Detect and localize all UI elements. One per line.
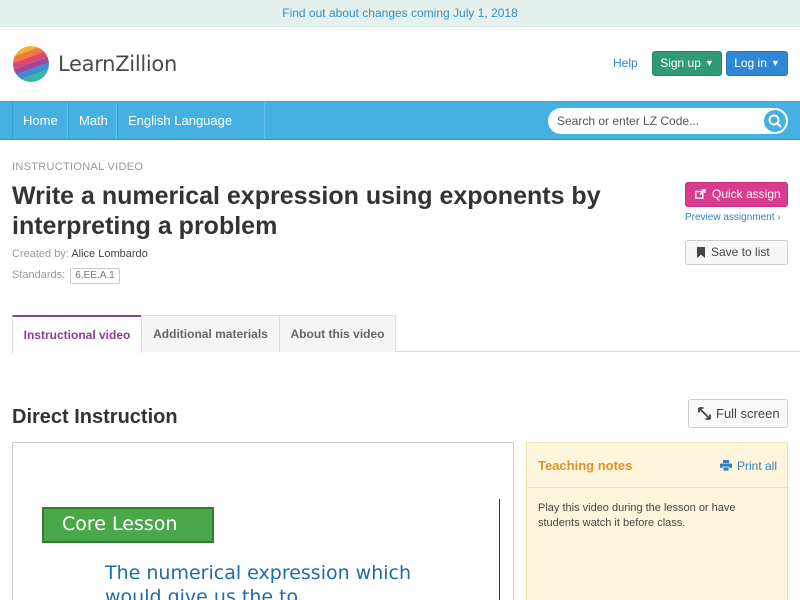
share-icon (695, 189, 706, 199)
expand-icon (698, 407, 711, 420)
tab-label: Additional materials (153, 327, 268, 341)
preview-assignment-link[interactable]: Preview assignment › (685, 212, 781, 223)
search-button[interactable] (764, 110, 786, 132)
sign-up-label: Sign up (660, 56, 701, 70)
quick-assign-button[interactable]: Quick assign (685, 182, 788, 207)
teaching-notes-title: Teaching notes (538, 458, 633, 473)
section-title: Direct Instruction (12, 406, 178, 428)
content-type-label: INSTRUCTIONAL VIDEO (12, 161, 144, 173)
nav-item-label: English Language Arts (128, 113, 233, 165)
site-header: LearnZillion Help Sign up ▼ Log in ▼ (0, 27, 800, 101)
video-player[interactable]: Core Lesson The numerical expression whi… (12, 442, 514, 600)
whiteboard-divider (499, 499, 500, 600)
author-name: Alice Lombardo (71, 248, 148, 260)
quick-assign-label: Quick assign (712, 187, 781, 201)
tab-about-this-video[interactable]: About this video (279, 315, 396, 352)
print-all-label: Print all (737, 459, 778, 473)
main-nav: Home Math English Language Arts (0, 101, 800, 165)
page-title: Write a numerical expression using expon… (12, 182, 601, 240)
chevron-down-icon: ▼ (704, 58, 714, 68)
tab-label: About this video (290, 327, 385, 341)
chevron-down-icon: ▼ (770, 58, 780, 68)
created-by-label: Created by: (12, 248, 69, 260)
log-in-label: Log in (734, 56, 767, 70)
bookmark-icon (697, 247, 705, 258)
nav-item-label: Home (23, 113, 58, 128)
teaching-notes-body: Play this video during the lesson or hav… (538, 502, 736, 529)
brand-name: LearnZillion (58, 52, 177, 76)
tab-additional-materials[interactable]: Additional materials (141, 315, 280, 352)
whiteboard-line-2: would give us the to (105, 586, 299, 600)
teaching-notes-header: Teaching notes Print all (527, 443, 787, 488)
help-link[interactable]: Help (613, 56, 638, 70)
nav-item-english-language-arts[interactable]: English Language Arts (117, 102, 265, 165)
search-icon (768, 114, 782, 128)
nav-item-home[interactable]: Home (12, 102, 68, 139)
logo[interactable]: LearnZillion (12, 44, 177, 84)
tab-label: Instructional video (23, 328, 131, 342)
announcement-banner[interactable]: Find out about changes coming July 1, 20… (0, 0, 800, 27)
learnzillion-logo-icon (13, 46, 49, 82)
nav-item-math[interactable]: Math (68, 102, 117, 139)
search-box (548, 108, 788, 134)
sign-up-button[interactable]: Sign up ▼ (652, 51, 722, 76)
whiteboard-line-1: The numerical expression which (105, 562, 412, 584)
tab-instructional-video[interactable]: Instructional video (12, 315, 142, 353)
created-by: Created by: Alice Lombardo (12, 248, 148, 260)
save-to-list-label: Save to list (711, 245, 770, 259)
standards: Standards: 6.EE.A.1 (12, 268, 120, 284)
whiteboard-text: The numerical expression which would giv… (105, 561, 411, 600)
search-input[interactable] (557, 108, 757, 134)
nav-item-label: Math (79, 113, 108, 128)
printer-icon (720, 460, 732, 471)
standards-label: Standards: (12, 269, 66, 281)
teaching-notes-panel: Teaching notes Print all Play this video… (526, 442, 788, 600)
full-screen-label: Full screen (716, 406, 780, 421)
print-all-link[interactable]: Print all (720, 459, 777, 473)
lesson-tabs: Instructional video Additional materials… (12, 315, 800, 353)
announcement-link[interactable]: Find out about changes coming July 1, 20… (282, 6, 518, 20)
standard-badge[interactable]: 6.EE.A.1 (70, 268, 120, 284)
log-in-button[interactable]: Log in ▼ (726, 51, 788, 76)
full-screen-button[interactable]: Full screen (688, 399, 788, 428)
core-lesson-banner: Core Lesson (42, 507, 214, 543)
save-to-list-button[interactable]: Save to list (685, 240, 788, 265)
